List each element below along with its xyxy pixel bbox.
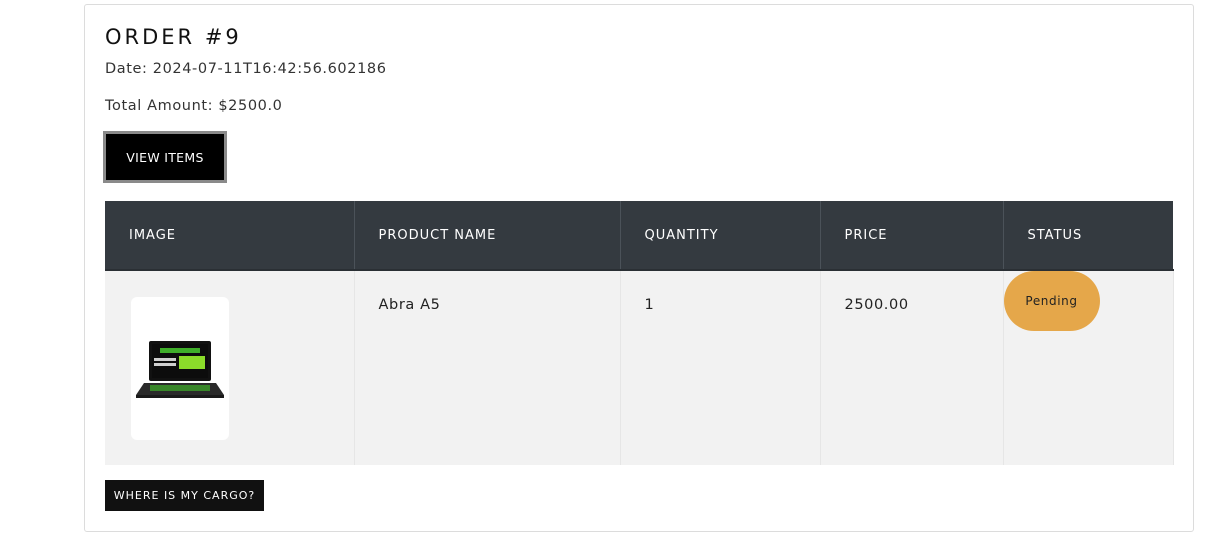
- view-items-button[interactable]: VIEW ITEMS: [103, 131, 227, 183]
- status-badge: Pending: [1003, 271, 1100, 331]
- price-value: 2500.00: [844, 297, 909, 313]
- order-items-table: IMAGE PRODUCT NAME QUANTITY PRICE STATUS: [105, 201, 1174, 465]
- column-header-quantity: QUANTITY: [620, 201, 821, 271]
- image-cell: [105, 270, 355, 465]
- order-date: Date: 2024-07-11T16:42:56.602186: [105, 61, 387, 77]
- product-name: Abra A5: [378, 297, 441, 313]
- table-row: Abra A5 1 2500.00 Pending: [105, 270, 1174, 465]
- quantity-cell: 1: [620, 270, 821, 465]
- column-header-price: PRICE: [820, 201, 1004, 271]
- column-header-product-name: PRODUCT NAME: [354, 201, 621, 271]
- product-image: [131, 297, 229, 440]
- quantity-value: 1: [644, 297, 655, 313]
- column-header-status: STATUS: [1003, 201, 1173, 271]
- table-header-row: IMAGE PRODUCT NAME QUANTITY PRICE STATUS: [105, 201, 1173, 271]
- order-title: ORDER #9: [105, 25, 242, 49]
- status-cell: Pending: [1003, 270, 1174, 465]
- where-is-my-cargo-button[interactable]: WHERE IS MY CARGO?: [105, 480, 264, 511]
- order-card: ORDER #9 Date: 2024-07-11T16:42:56.60218…: [84, 4, 1194, 532]
- price-cell: 2500.00: [820, 270, 1004, 465]
- column-header-image: IMAGE: [105, 201, 355, 271]
- laptop-image: [136, 340, 224, 398]
- product-name-cell: Abra A5: [354, 270, 621, 465]
- order-total: Total Amount: $2500.0: [105, 98, 283, 114]
